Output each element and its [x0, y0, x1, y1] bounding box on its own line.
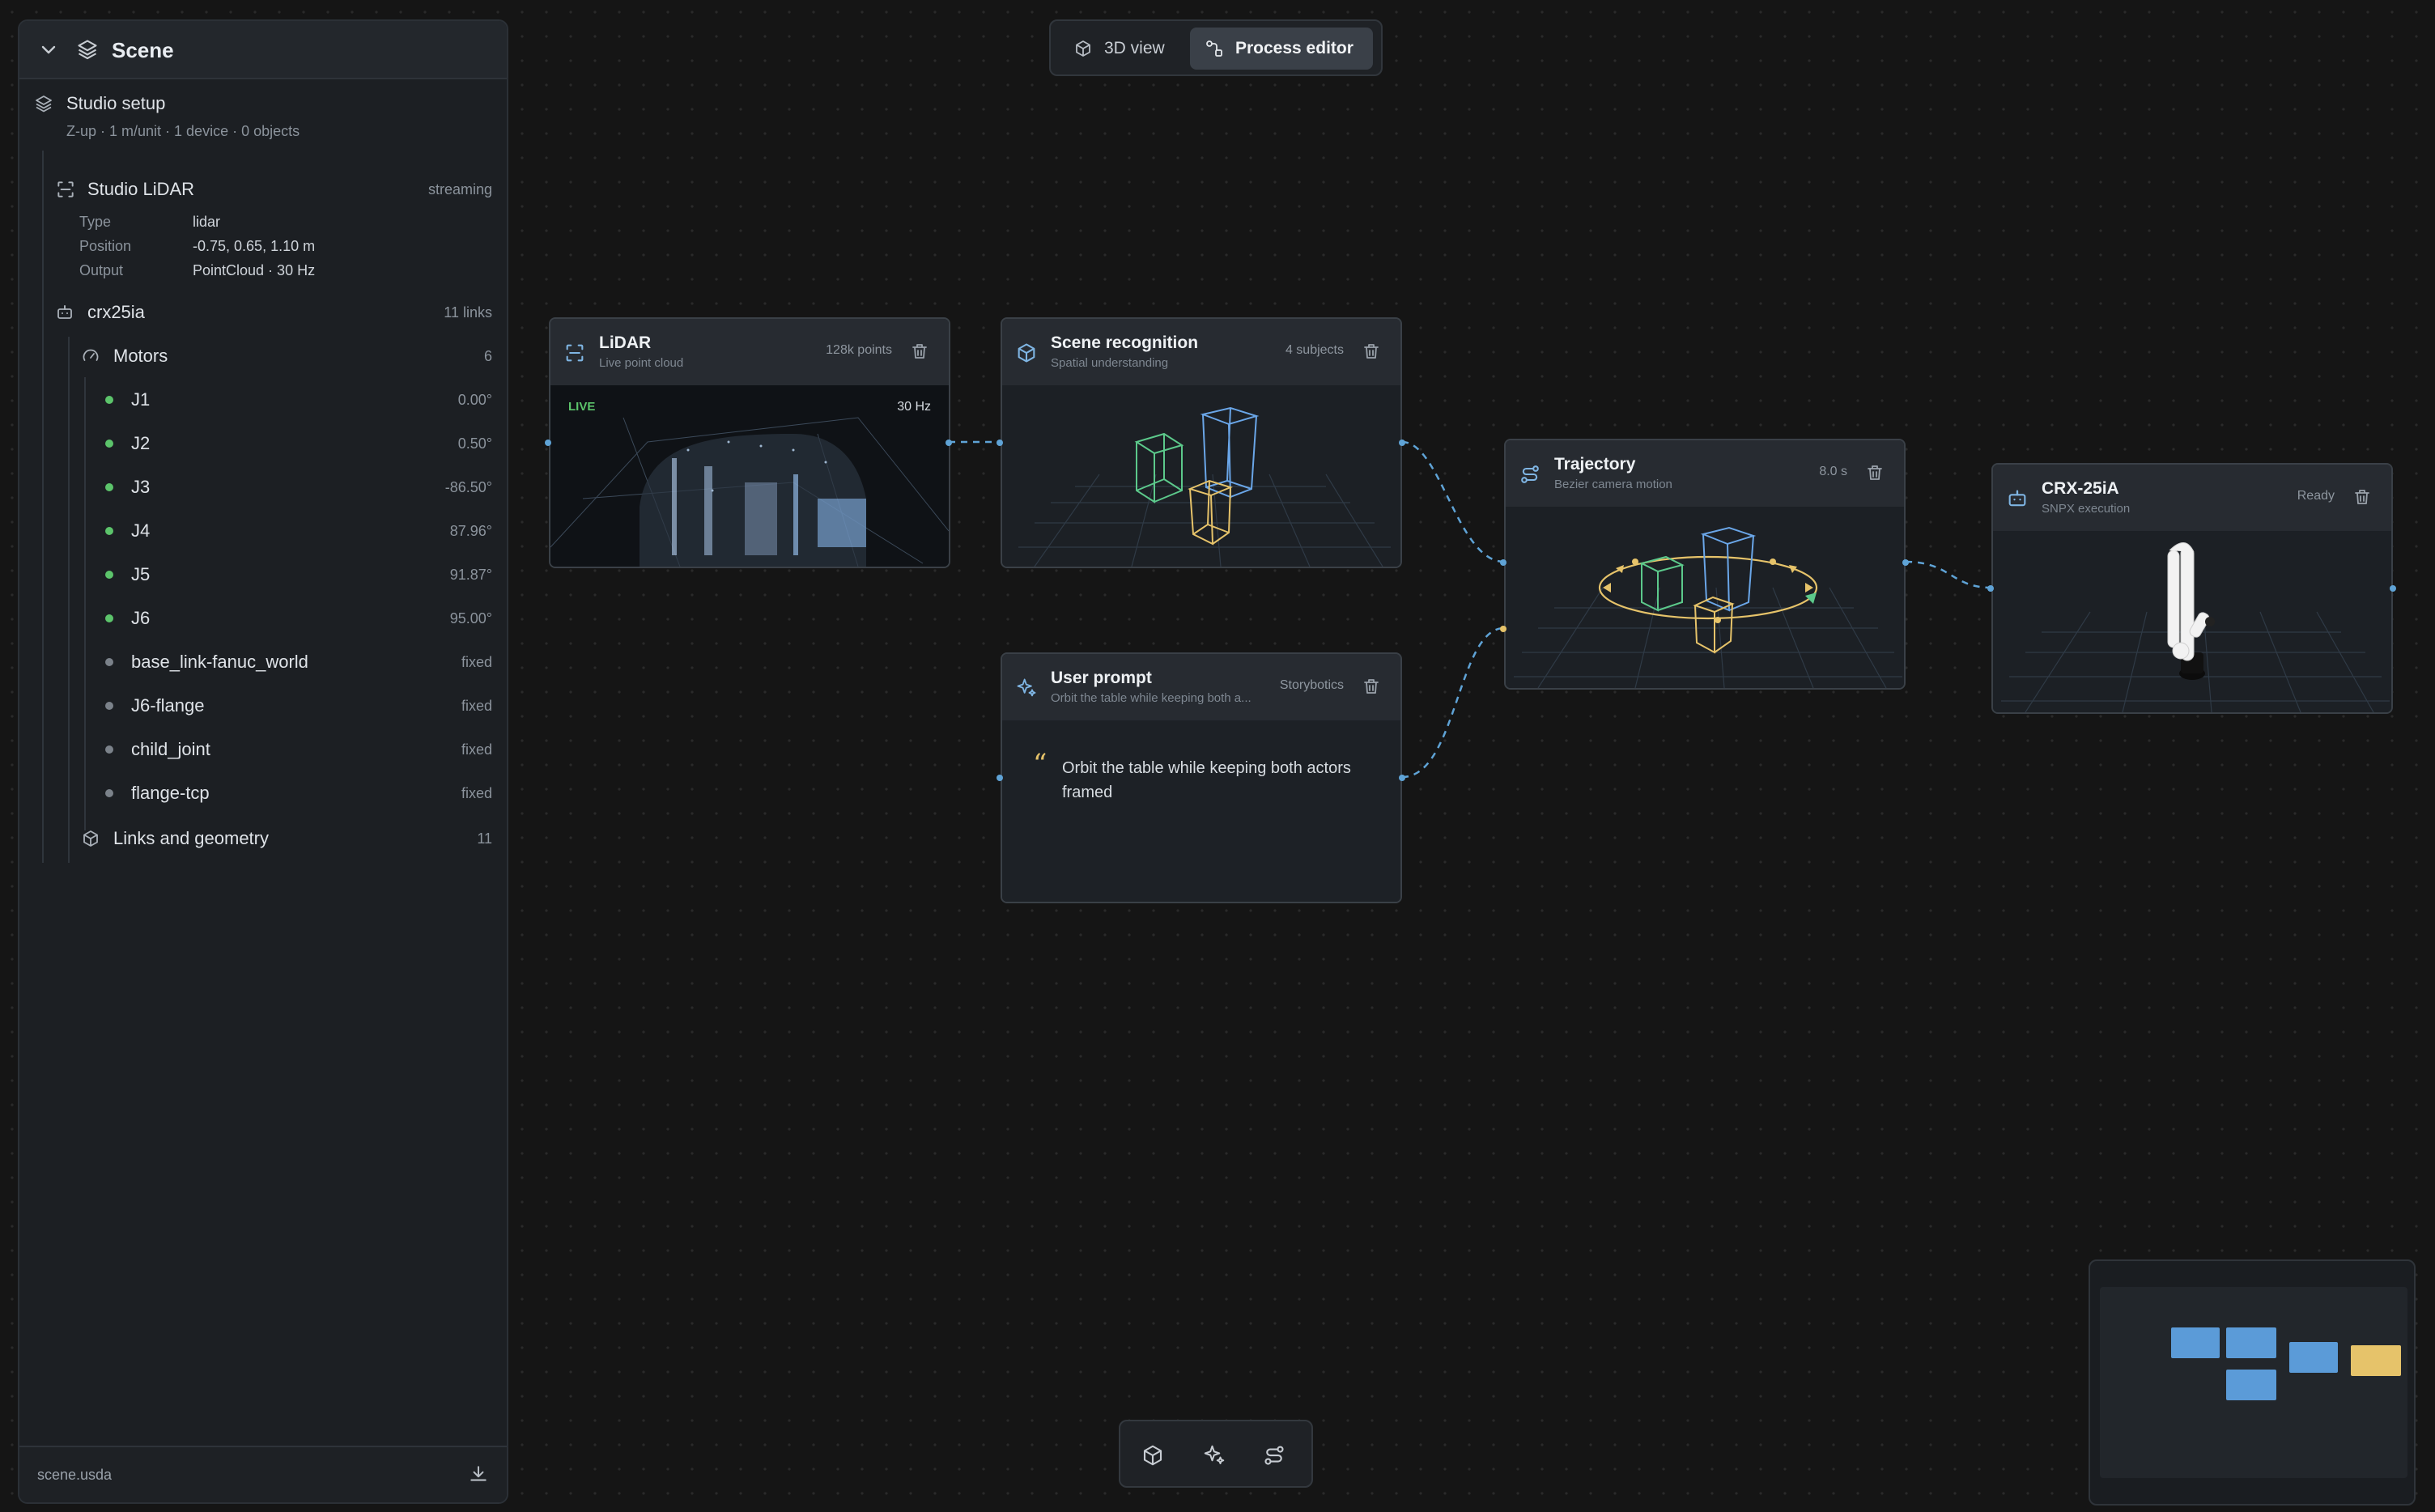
prompt-body: “ Orbit the table while keeping both act… — [1002, 720, 1400, 902]
lidar-preview: LIVE 30 Hz — [550, 385, 949, 567]
node-meta: 128k points — [826, 343, 892, 357]
camera-path-image — [1514, 526, 1902, 688]
node-header: CRX-25iA SNPX execution Ready — [1993, 465, 2391, 533]
quote-icon: “ — [1033, 748, 1048, 780]
edge-scene-trajectory — [1401, 440, 1505, 563]
output-port[interactable] — [1399, 775, 1405, 781]
edge-prompt-trajectory — [1401, 626, 1505, 779]
minimap-node — [2351, 1345, 2401, 1376]
route-icon — [1262, 1443, 1286, 1467]
output-port[interactable] — [1399, 440, 1405, 446]
minimap-node — [2171, 1327, 2220, 1358]
trash-icon[interactable] — [1362, 677, 1381, 696]
node-subtitle: Bezier camera motion — [1554, 478, 1672, 491]
node-title: LiDAR — [599, 333, 652, 352]
node-lidar[interactable]: LiDAR Live point cloud 128k points LIVE … — [549, 317, 950, 568]
minimap-node — [2289, 1342, 2338, 1373]
node-header: LiDAR Live point cloud 128k points — [550, 319, 949, 387]
scan-icon — [563, 342, 586, 364]
node-header: Scene recognition Spatial understanding … — [1002, 319, 1400, 387]
sparkle-icon — [1015, 677, 1038, 699]
add-prompt-node-button[interactable] — [1193, 1434, 1235, 1476]
output-port[interactable] — [1902, 559, 1909, 566]
input-port[interactable] — [1500, 559, 1506, 566]
minimap-node — [2226, 1370, 2276, 1400]
edge-trajectory-robot — [1905, 560, 1992, 589]
output-port[interactable] — [946, 440, 952, 446]
node-meta: 4 subjects — [1285, 343, 1344, 357]
node-trajectory[interactable]: Trajectory Bezier camera motion 8.0 s — [1504, 439, 1906, 690]
minimap-node — [2226, 1327, 2276, 1358]
sparkle-icon — [1202, 1443, 1226, 1467]
live-badge: LIVE — [568, 400, 596, 414]
trajectory-preview — [1506, 507, 1904, 688]
node-subtitle: Spatial understanding — [1051, 356, 1169, 370]
node-meta: 8.0 s — [1819, 465, 1847, 478]
trash-icon[interactable] — [1362, 342, 1381, 361]
node-scene-recognition[interactable]: Scene recognition Spatial understanding … — [1001, 317, 1402, 568]
scene-preview — [1002, 385, 1400, 567]
frame-rate: 30 Hz — [897, 400, 931, 414]
node-title: User prompt — [1051, 669, 1152, 687]
robot-icon — [2006, 487, 2029, 510]
cube-icon — [1141, 1443, 1165, 1467]
node-meta: Storybotics — [1279, 678, 1344, 692]
trash-icon[interactable] — [910, 342, 929, 361]
bottom-toolbar — [1119, 1420, 1313, 1488]
trash-icon[interactable] — [2352, 487, 2372, 507]
add-trajectory-node-button[interactable] — [1253, 1434, 1295, 1476]
node-header: User prompt Orbit the table while keepin… — [1002, 654, 1400, 722]
node-user-prompt[interactable]: User prompt Orbit the table while keepin… — [1001, 652, 1402, 903]
node-robot[interactable]: CRX-25iA SNPX execution Ready — [1991, 463, 2393, 714]
minimap[interactable] — [2089, 1259, 2416, 1506]
input-port[interactable] — [545, 440, 551, 446]
node-subtitle: SNPX execution — [2042, 502, 2131, 516]
input-port[interactable] — [997, 775, 1003, 781]
trash-icon[interactable] — [1865, 463, 1885, 482]
point-cloud-image — [550, 417, 949, 567]
node-title: Scene recognition — [1051, 333, 1199, 352]
input-port[interactable] — [1500, 626, 1506, 632]
node-subtitle: Live point cloud — [599, 356, 684, 370]
route-icon — [1519, 463, 1541, 486]
output-port[interactable] — [2390, 585, 2396, 592]
node-meta: Ready — [2297, 489, 2335, 503]
cube-icon — [1015, 342, 1038, 364]
add-scene-node-button[interactable] — [1132, 1434, 1174, 1476]
robot-preview — [1993, 531, 2391, 712]
node-title: CRX-25iA — [2042, 479, 2119, 498]
node-subtitle: Orbit the table while keeping both a... — [1051, 691, 1251, 705]
robot-arm-image — [2001, 542, 2390, 712]
bounding-boxes-image — [1018, 406, 1391, 567]
prompt-text: Orbit the table while keeping both actor… — [1062, 759, 1351, 801]
node-header: Trajectory Bezier camera motion 8.0 s — [1506, 440, 1904, 508]
input-port[interactable] — [997, 440, 1003, 446]
input-port[interactable] — [1987, 585, 1994, 592]
node-title: Trajectory — [1554, 455, 1636, 474]
